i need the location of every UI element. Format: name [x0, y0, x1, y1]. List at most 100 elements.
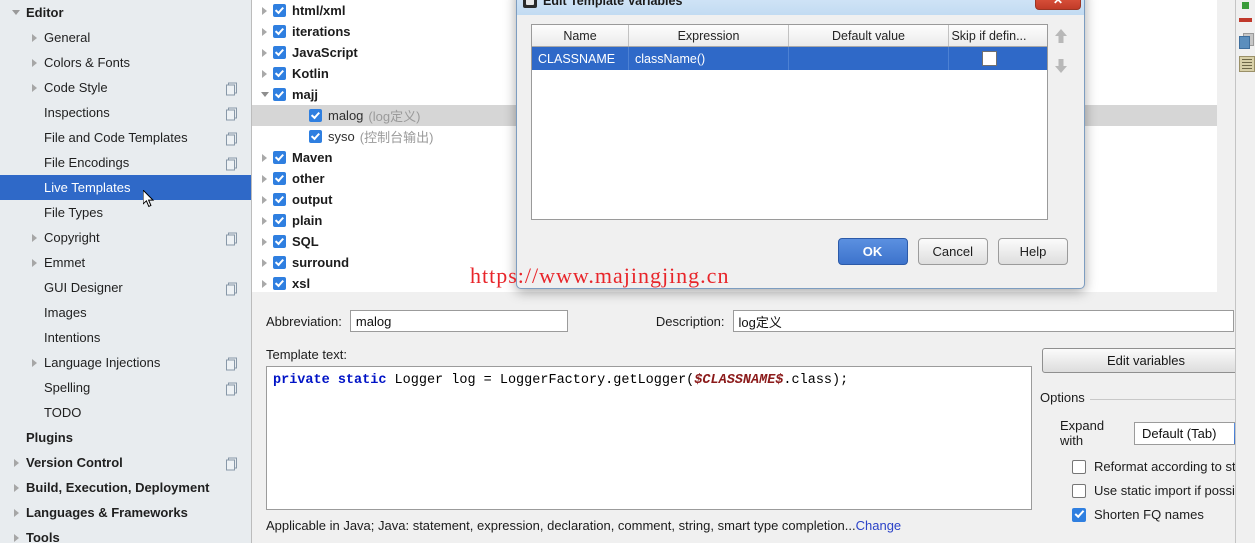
chevron-right-icon — [26, 255, 42, 271]
move-up-button[interactable] — [1053, 28, 1069, 44]
template-enabled-checkbox[interactable] — [309, 109, 322, 122]
template-enabled-checkbox[interactable] — [273, 277, 286, 290]
sidebar-item-language-injections[interactable]: Language Injections — [0, 350, 251, 375]
sidebar-item-file-encodings[interactable]: File Encodings — [0, 150, 251, 175]
help-button[interactable]: Help — [998, 238, 1068, 265]
template-enabled-checkbox[interactable] — [273, 193, 286, 206]
template-enabled-checkbox[interactable] — [273, 214, 286, 227]
option-shorten-fq-names[interactable]: Shorten FQ names — [1072, 507, 1204, 522]
template-enabled-checkbox[interactable] — [273, 235, 286, 248]
variables-table-header: Name Expression Default value Skip if de… — [532, 25, 1047, 47]
template-enabled-checkbox[interactable] — [273, 88, 286, 101]
template-tree-item-description: (控制台输出) — [359, 130, 434, 145]
reformat-checkbox[interactable] — [1072, 459, 1086, 474]
edit-variables-button[interactable]: Edit variables — [1042, 348, 1250, 373]
column-header-expression[interactable]: Expression — [629, 25, 789, 46]
close-icon[interactable]: ✕ — [1035, 0, 1081, 10]
code-token-plain: .class); — [783, 373, 849, 388]
template-enabled-checkbox[interactable] — [273, 67, 286, 80]
chevron-down-icon — [256, 92, 273, 97]
sidebar-item-gui-designer[interactable]: GUI Designer — [0, 275, 251, 300]
cell-variable-name[interactable]: CLASSNAME — [532, 47, 629, 70]
copy-icon[interactable] — [1239, 33, 1254, 49]
shorten-fq-names-checkbox[interactable] — [1072, 507, 1086, 522]
template-enabled-checkbox[interactable] — [309, 130, 322, 143]
chevron-right-icon — [256, 258, 273, 267]
sidebar-item-colors-fonts[interactable]: Colors & Fonts — [0, 50, 251, 75]
sidebar-item-languages-frameworks[interactable]: Languages & Frameworks — [0, 500, 251, 525]
sidebar-item-editor[interactable]: Editor — [0, 0, 251, 25]
red-marker-icon — [1239, 18, 1252, 22]
table-row[interactable]: CLASSNAME className() — [532, 47, 1047, 70]
cell-expression[interactable]: className() — [629, 47, 789, 70]
sidebar-item-copyright[interactable]: Copyright — [0, 225, 251, 250]
sidebar-item-images[interactable]: Images — [0, 300, 251, 325]
column-header-skip-if-defined[interactable]: Skip if defin... — [949, 25, 1029, 46]
sidebar-item-general[interactable]: General — [0, 25, 251, 50]
sidebar-item-todo[interactable]: TODO — [0, 400, 251, 425]
cancel-button[interactable]: Cancel — [917, 238, 988, 265]
abbreviation-input[interactable]: malog — [349, 310, 568, 332]
copy-settings-icon — [226, 107, 237, 120]
change-context-link[interactable]: Change — [856, 518, 902, 533]
template-text-editor[interactable]: private static Logger log = LoggerFactor… — [266, 366, 1032, 510]
template-enabled-checkbox[interactable] — [273, 151, 286, 164]
sidebar-item-intentions[interactable]: Intentions — [0, 325, 251, 350]
template-enabled-checkbox[interactable] — [273, 46, 286, 59]
sidebar-item-label: Editor — [26, 5, 64, 20]
chevron-right-icon — [8, 505, 24, 521]
sidebar-item-emmet[interactable]: Emmet — [0, 250, 251, 275]
cell-default-value[interactable] — [789, 47, 949, 70]
sidebar-item-file-and-code-templates[interactable]: File and Code Templates — [0, 125, 251, 150]
template-enabled-checkbox[interactable] — [273, 25, 286, 38]
option-reformat-according-to-style[interactable]: Reformat according to style — [1072, 459, 1252, 474]
sidebar-item-inspections[interactable]: Inspections — [0, 100, 251, 125]
sidebar-item-code-style[interactable]: Code Style — [0, 75, 251, 100]
sidebar-item-label: Images — [44, 305, 87, 320]
chevron-right-icon — [8, 455, 24, 471]
chevron-right-icon — [26, 230, 42, 246]
sidebar-item-file-types[interactable]: File Types — [0, 200, 251, 225]
description-input[interactable]: log定义 — [732, 310, 1234, 332]
sidebar-item-label: GUI Designer — [44, 280, 123, 295]
template-tree-item-label: Kotlin — [292, 66, 329, 81]
sidebar-item-label: Intentions — [44, 330, 101, 345]
document-icon[interactable] — [1239, 56, 1255, 72]
column-header-default-value[interactable]: Default value — [789, 25, 949, 46]
sidebar-item-label: Colors & Fonts — [44, 55, 130, 70]
sidebar-item-label: Copyright — [44, 230, 100, 245]
option-use-static-import[interactable]: Use static import if possible — [1072, 483, 1252, 498]
column-header-name[interactable]: Name — [532, 25, 629, 46]
skip-if-defined-checkbox[interactable] — [981, 51, 997, 66]
template-enabled-checkbox[interactable] — [273, 4, 286, 17]
sidebar-item-label: File Types — [44, 205, 104, 220]
variables-table[interactable]: Name Expression Default value Skip if de… — [531, 24, 1048, 220]
sidebar-item-version-control[interactable]: Version Control — [0, 450, 251, 475]
template-tree-item-label: other — [292, 171, 325, 186]
copy-settings-icon — [226, 282, 237, 295]
sidebar-item-spelling[interactable]: Spelling — [0, 375, 251, 400]
sidebar-item-label: File and Code Templates — [44, 130, 188, 145]
sidebar-item-build-execution-deployment[interactable]: Build, Execution, Deployment — [0, 475, 251, 500]
sidebar-item-tools[interactable]: Tools — [0, 525, 251, 543]
chevron-right-icon — [256, 6, 273, 15]
template-tree-item-label: malog — [328, 108, 364, 123]
ok-button[interactable]: OK — [837, 238, 908, 265]
template-tree-item-label: output — [292, 192, 333, 207]
template-enabled-checkbox[interactable] — [273, 256, 286, 269]
copy-settings-icon — [226, 382, 237, 395]
template-enabled-checkbox[interactable] — [273, 172, 286, 185]
sidebar-item-plugins[interactable]: Plugins — [0, 425, 251, 450]
cell-skip-if-defined[interactable] — [949, 47, 1029, 70]
move-down-button[interactable] — [1053, 58, 1069, 74]
copy-settings-icon — [226, 457, 237, 470]
static-import-checkbox[interactable] — [1072, 483, 1086, 498]
expand-with-value: Default (Tab) — [1142, 425, 1217, 441]
sidebar-item-live-templates[interactable]: Live Templates — [0, 175, 251, 200]
